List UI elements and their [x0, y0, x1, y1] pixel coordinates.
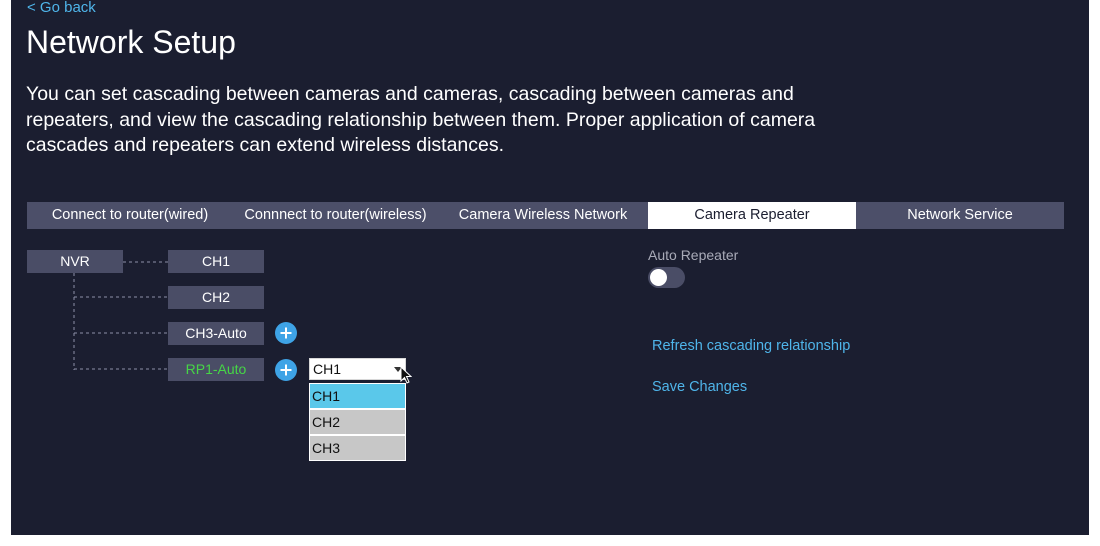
cascade-target-value: CH1	[313, 361, 342, 377]
auto-repeater-label: Auto Repeater	[648, 247, 739, 263]
network-setup-panel: < Go back Network Setup You can set casc…	[11, 0, 1089, 535]
go-back-link[interactable]: < Go back	[27, 0, 96, 16]
page-description: You can set cascading between cameras an…	[26, 83, 816, 156]
dropdown-option-ch1[interactable]: CH1	[310, 384, 405, 408]
page-title: Network Setup	[26, 24, 236, 60]
refresh-cascading-link[interactable]: Refresh cascading relationship	[652, 338, 850, 354]
tree-node-ch3-auto[interactable]: CH3-Auto	[168, 322, 264, 345]
tab-network-service[interactable]: Network Service	[856, 202, 1064, 229]
cascade-target-select[interactable]: CH1	[309, 358, 406, 380]
add-cascade-rp1-button[interactable]	[275, 359, 297, 381]
plus-circle-icon	[280, 364, 292, 376]
tab-camera-repeater[interactable]: Camera Repeater	[648, 202, 856, 229]
tree-node-nvr: NVR	[27, 250, 123, 273]
tab-camera-wireless-network[interactable]: Camera Wireless Network	[438, 202, 648, 229]
save-changes-link[interactable]: Save Changes	[652, 379, 747, 395]
dropdown-option-ch3[interactable]: CH3	[310, 436, 405, 460]
auto-repeater-toggle[interactable]	[648, 267, 685, 288]
tree-node-ch1[interactable]: CH1	[168, 250, 264, 273]
plus-circle-icon	[280, 327, 292, 339]
tree-node-rp1-auto[interactable]: RP1-Auto	[168, 358, 264, 381]
add-cascade-ch3-button[interactable]	[275, 322, 297, 344]
dropdown-option-ch2[interactable]: CH2	[310, 410, 405, 434]
tab-bar: Connect to router(wired) Connnect to rou…	[27, 202, 1064, 229]
tab-connect-router-wireless[interactable]: Connnect to router(wireless)	[233, 202, 438, 229]
tree-node-ch2[interactable]: CH2	[168, 286, 264, 309]
tab-connect-router-wired[interactable]: Connect to router(wired)	[27, 202, 233, 229]
cascade-target-options: CH1 CH2 CH3	[309, 383, 406, 461]
toggle-knob	[650, 269, 667, 286]
mouse-pointer-icon	[400, 366, 412, 384]
